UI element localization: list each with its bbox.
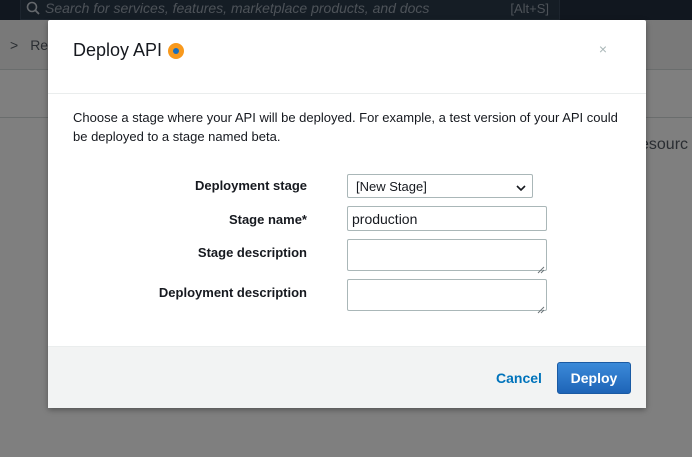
dialog-title: Deploy API	[73, 40, 185, 61]
dialog-footer: Cancel Deploy	[48, 346, 646, 408]
dialog-body: Choose a stage where your API will be de…	[48, 94, 646, 346]
deploy-button[interactable]: Deploy	[557, 362, 631, 394]
stage-name-input[interactable]: production	[347, 206, 547, 231]
info-icon[interactable]	[168, 42, 185, 59]
dialog-title-text: Deploy API	[73, 40, 163, 60]
deployment-stage-select[interactable]: [New Stage]	[347, 174, 533, 198]
dialog-header: Deploy API ×	[48, 20, 646, 94]
cancel-button[interactable]: Cancel	[496, 370, 542, 386]
stage-description-textarea[interactable]	[347, 239, 547, 274]
dialog-intro-text: Choose a stage where your API will be de…	[73, 110, 618, 144]
stage-name-value: production	[352, 210, 418, 227]
stage-name-label: Stage name*	[228, 212, 307, 227]
deployment-description-label: Deployment description	[158, 285, 307, 300]
resize-grip-icon[interactable]	[537, 301, 545, 314]
close-icon[interactable]: ×	[597, 41, 609, 57]
stage-description-label: Stage description	[197, 245, 307, 260]
deployment-stage-label: Deployment stage	[195, 178, 307, 193]
chevron-down-icon	[516, 179, 526, 194]
deploy-api-dialog: Deploy API × Choose a stage where your A…	[48, 20, 646, 408]
deployment-description-textarea[interactable]	[347, 279, 547, 314]
resize-grip-icon[interactable]	[537, 261, 545, 274]
deployment-stage-value: [New Stage]	[356, 178, 427, 194]
